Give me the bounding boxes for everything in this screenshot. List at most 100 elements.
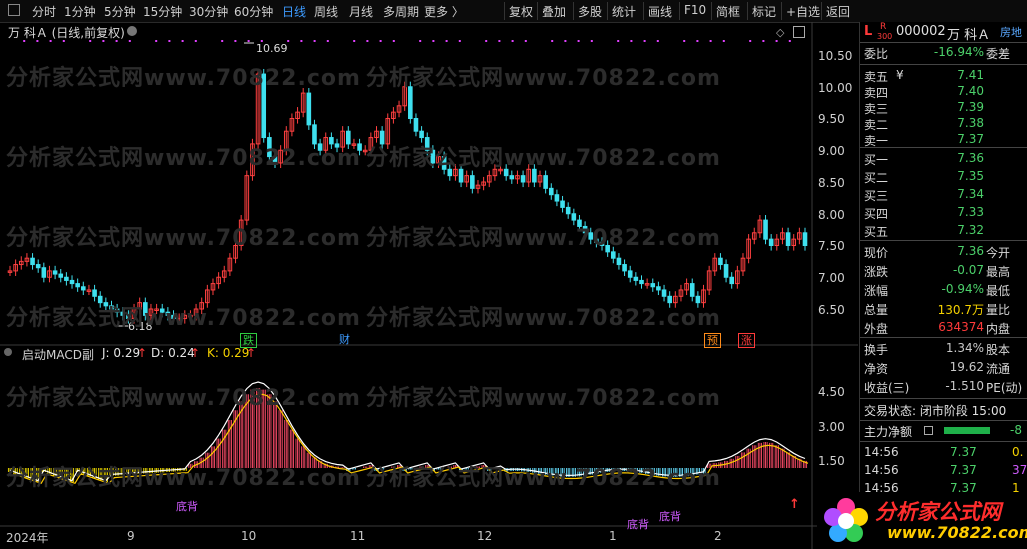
event-tag-finance[interactable]: 财	[337, 333, 352, 346]
candle-body	[329, 137, 334, 145]
signal-dot	[590, 40, 593, 42]
signal-dot	[36, 40, 39, 42]
toolbar-item[interactable]: 15分钟	[143, 3, 182, 20]
divergence-label: 底背	[176, 500, 198, 513]
toolbar-button[interactable]: +自选	[786, 3, 820, 20]
price-axis-label: 8.50	[818, 175, 845, 190]
menu-icon[interactable]	[8, 4, 20, 16]
candle-body	[695, 295, 701, 304]
buy-signal-arrow-icon: ↑	[789, 497, 800, 512]
signal-dot	[128, 40, 131, 42]
toolbar-button[interactable]: 返回	[826, 3, 850, 20]
event-tag-rise[interactable]: 涨	[738, 333, 755, 348]
candle-body	[543, 175, 548, 189]
candle-body	[64, 276, 69, 281]
buy-level-row: 买二 7.35	[864, 169, 984, 185]
kline-chart-area[interactable]: 万 科Ａ (日线,前复权) ◇ 10.50 10.00 9.50 9.00 8.50 8.…	[0, 22, 858, 549]
divider	[860, 147, 1027, 148]
list-icon[interactable]	[924, 426, 933, 435]
event-tag-forecast[interactable]: 预	[704, 333, 721, 348]
signal-dot	[564, 40, 567, 42]
indicator-toggle-icon[interactable]	[4, 348, 12, 356]
candle-body	[159, 308, 165, 313]
candle-body	[317, 143, 323, 151]
signal-dot	[366, 40, 369, 42]
sector-tag[interactable]: 房地	[1000, 24, 1022, 40]
x-axis-label: 9	[127, 529, 135, 543]
candle-body	[633, 276, 639, 281]
toolbar-button[interactable]: 叠加	[542, 3, 566, 20]
signal-dot	[300, 40, 303, 42]
x-axis-label: 12	[477, 529, 493, 543]
signal-dot	[577, 40, 580, 42]
stat-row: 涨幅 -0.94% 最低	[864, 282, 1011, 298]
toolbar-item[interactable]: 周线	[314, 3, 338, 20]
toolbar-button[interactable]: 画线	[648, 3, 672, 20]
candle-body	[379, 130, 385, 145]
arrow-up-icon: ↑	[190, 346, 201, 360]
indicator-j: J: 0.29	[102, 346, 141, 360]
signal-dot	[392, 40, 395, 42]
signal-dot	[775, 40, 778, 42]
toolbar-button[interactable]: 标记	[752, 3, 776, 20]
toolbar-separator	[711, 2, 712, 20]
signal-dot	[524, 40, 527, 42]
tick-row: 14:56 7.37 37	[864, 463, 1027, 477]
indicator-name[interactable]: 启动MACD副	[22, 346, 94, 363]
candle-body	[723, 264, 729, 278]
toolbar-button[interactable]: 统计	[612, 3, 636, 20]
signal-dot	[419, 40, 422, 42]
toolbar-item[interactable]: 5分钟	[104, 3, 136, 20]
toolbar-item[interactable]: 1分钟	[64, 3, 96, 20]
toolbar-item[interactable]: 日线	[282, 3, 306, 20]
divider	[860, 337, 1027, 338]
toolbar-separator	[781, 2, 782, 20]
signal-dot	[379, 40, 382, 42]
stock-code: 000002	[896, 24, 946, 39]
toolbar-button[interactable]: F10	[684, 3, 706, 17]
toolbar-button[interactable]: 多股	[578, 3, 602, 20]
signal-dot	[656, 40, 659, 42]
candle-body	[447, 168, 453, 177]
candle-body	[419, 130, 424, 139]
toolbar-item[interactable]: 更多 〉	[424, 3, 464, 20]
indicator-k-line	[9, 381, 806, 482]
candle-body	[120, 311, 126, 316]
candle-body	[729, 276, 735, 285]
signal-dot	[181, 40, 184, 42]
candle-body	[802, 232, 808, 247]
toolbar-item[interactable]: 分时	[32, 3, 56, 20]
candle-body	[312, 124, 317, 145]
candle-body	[650, 283, 656, 288]
toolbar-item[interactable]: 60分钟	[234, 3, 273, 20]
candle-body	[334, 143, 340, 148]
main-flow-bar	[944, 427, 990, 434]
toolbar-item[interactable]: 30分钟	[189, 3, 228, 20]
arrow-up-icon: ↑	[246, 346, 257, 360]
toolbar-button[interactable]: 简框	[716, 3, 740, 20]
indicator-tick: 4.50	[818, 385, 845, 399]
toolbar-button[interactable]: 复权	[509, 3, 533, 20]
signal-dot	[115, 40, 118, 42]
candle-body	[661, 289, 667, 297]
price-axis-label: 7.00	[818, 270, 845, 285]
toolbar-separator	[607, 2, 608, 20]
candle-body	[165, 311, 171, 316]
market-tag: L	[864, 24, 873, 39]
candle-body	[610, 251, 616, 259]
candle-body	[571, 213, 577, 221]
candle-body	[667, 295, 672, 304]
candle-body	[41, 267, 47, 278]
toolbar-item[interactable]: 多周期	[383, 3, 419, 20]
signal-dot	[62, 40, 65, 42]
signal-dot	[194, 40, 197, 42]
r-tag: R	[880, 22, 887, 32]
toolbar-separator	[573, 2, 574, 20]
toolbar-item[interactable]: 月线	[349, 3, 373, 20]
x-axis-label: 2	[714, 529, 722, 543]
candle-body	[441, 156, 447, 170]
buy-level-row: 买四 7.33	[864, 205, 984, 221]
main-flow-label[interactable]: 主力净额	[864, 423, 912, 440]
candle-body	[52, 270, 58, 275]
toolbar-separator	[504, 2, 505, 20]
